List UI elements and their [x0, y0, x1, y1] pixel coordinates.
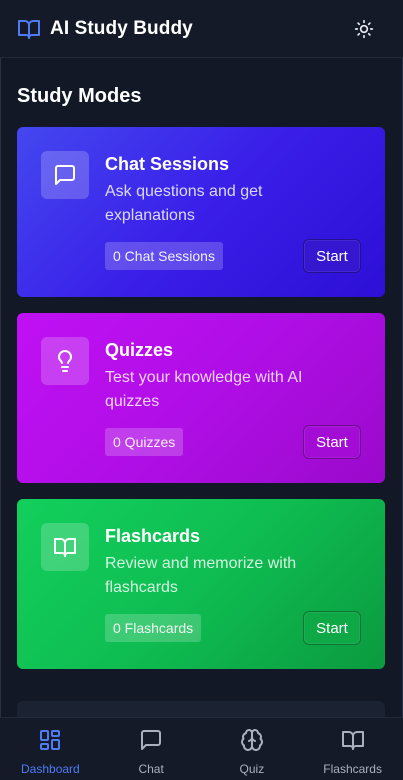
card-icon-box [41, 523, 89, 571]
card-icon-box [41, 151, 89, 199]
start-chat-button[interactable]: Start [303, 239, 361, 273]
book-open-icon [53, 535, 77, 559]
lightbulb-icon [53, 349, 77, 373]
book-open-icon [341, 728, 365, 752]
nav-label: Dashboard [21, 762, 80, 776]
bottom-nav: Dashboard Chat Quiz Flashcards [0, 717, 403, 780]
app-title: AI Study Buddy [50, 17, 193, 39]
count-badge: 0 Quizzes [105, 428, 184, 456]
theme-toggle-button[interactable] [353, 18, 375, 40]
nav-item-quiz[interactable]: Quiz [202, 718, 303, 780]
sun-icon [354, 19, 374, 39]
nav-item-flashcards[interactable]: Flashcards [302, 718, 403, 780]
card-title: Chat Sessions [105, 154, 230, 174]
card-title: Flashcards [105, 526, 201, 546]
card-icon-box [41, 337, 89, 385]
card-description: Review and memorize with flashcards [105, 555, 297, 596]
layout-dashboard-icon [38, 728, 62, 752]
app-header: AI Study Buddy [0, 0, 403, 58]
nav-label: Flashcards [323, 762, 382, 776]
nav-label: Quiz [239, 762, 265, 776]
card-description: Ask questions and get explanations [105, 183, 263, 224]
section-title: Study Modes [17, 85, 142, 107]
brain-icon [240, 728, 264, 752]
card-chat-sessions[interactable]: Chat Sessions Ask questions and get expl… [17, 127, 385, 297]
book-open-icon [17, 17, 41, 41]
start-quiz-button[interactable]: Start [303, 425, 361, 459]
message-square-icon [139, 728, 163, 752]
count-badge: 0 Flashcards [105, 614, 202, 642]
card-description: Test your knowledge with AI quizzes [105, 369, 303, 410]
count-badge: 0 Chat Sessions [105, 242, 223, 270]
nav-item-chat[interactable]: Chat [101, 718, 202, 780]
nav-label: Chat [138, 762, 164, 776]
message-square-icon [53, 163, 77, 187]
card-flashcards[interactable]: Flashcards Review and memorize with flas… [17, 499, 385, 669]
card-title: Quizzes [105, 340, 174, 360]
start-flashcards-button[interactable]: Start [303, 611, 361, 645]
nav-item-dashboard[interactable]: Dashboard [0, 718, 101, 780]
card-quizzes[interactable]: Quizzes Test your knowledge with AI quiz… [17, 313, 385, 483]
